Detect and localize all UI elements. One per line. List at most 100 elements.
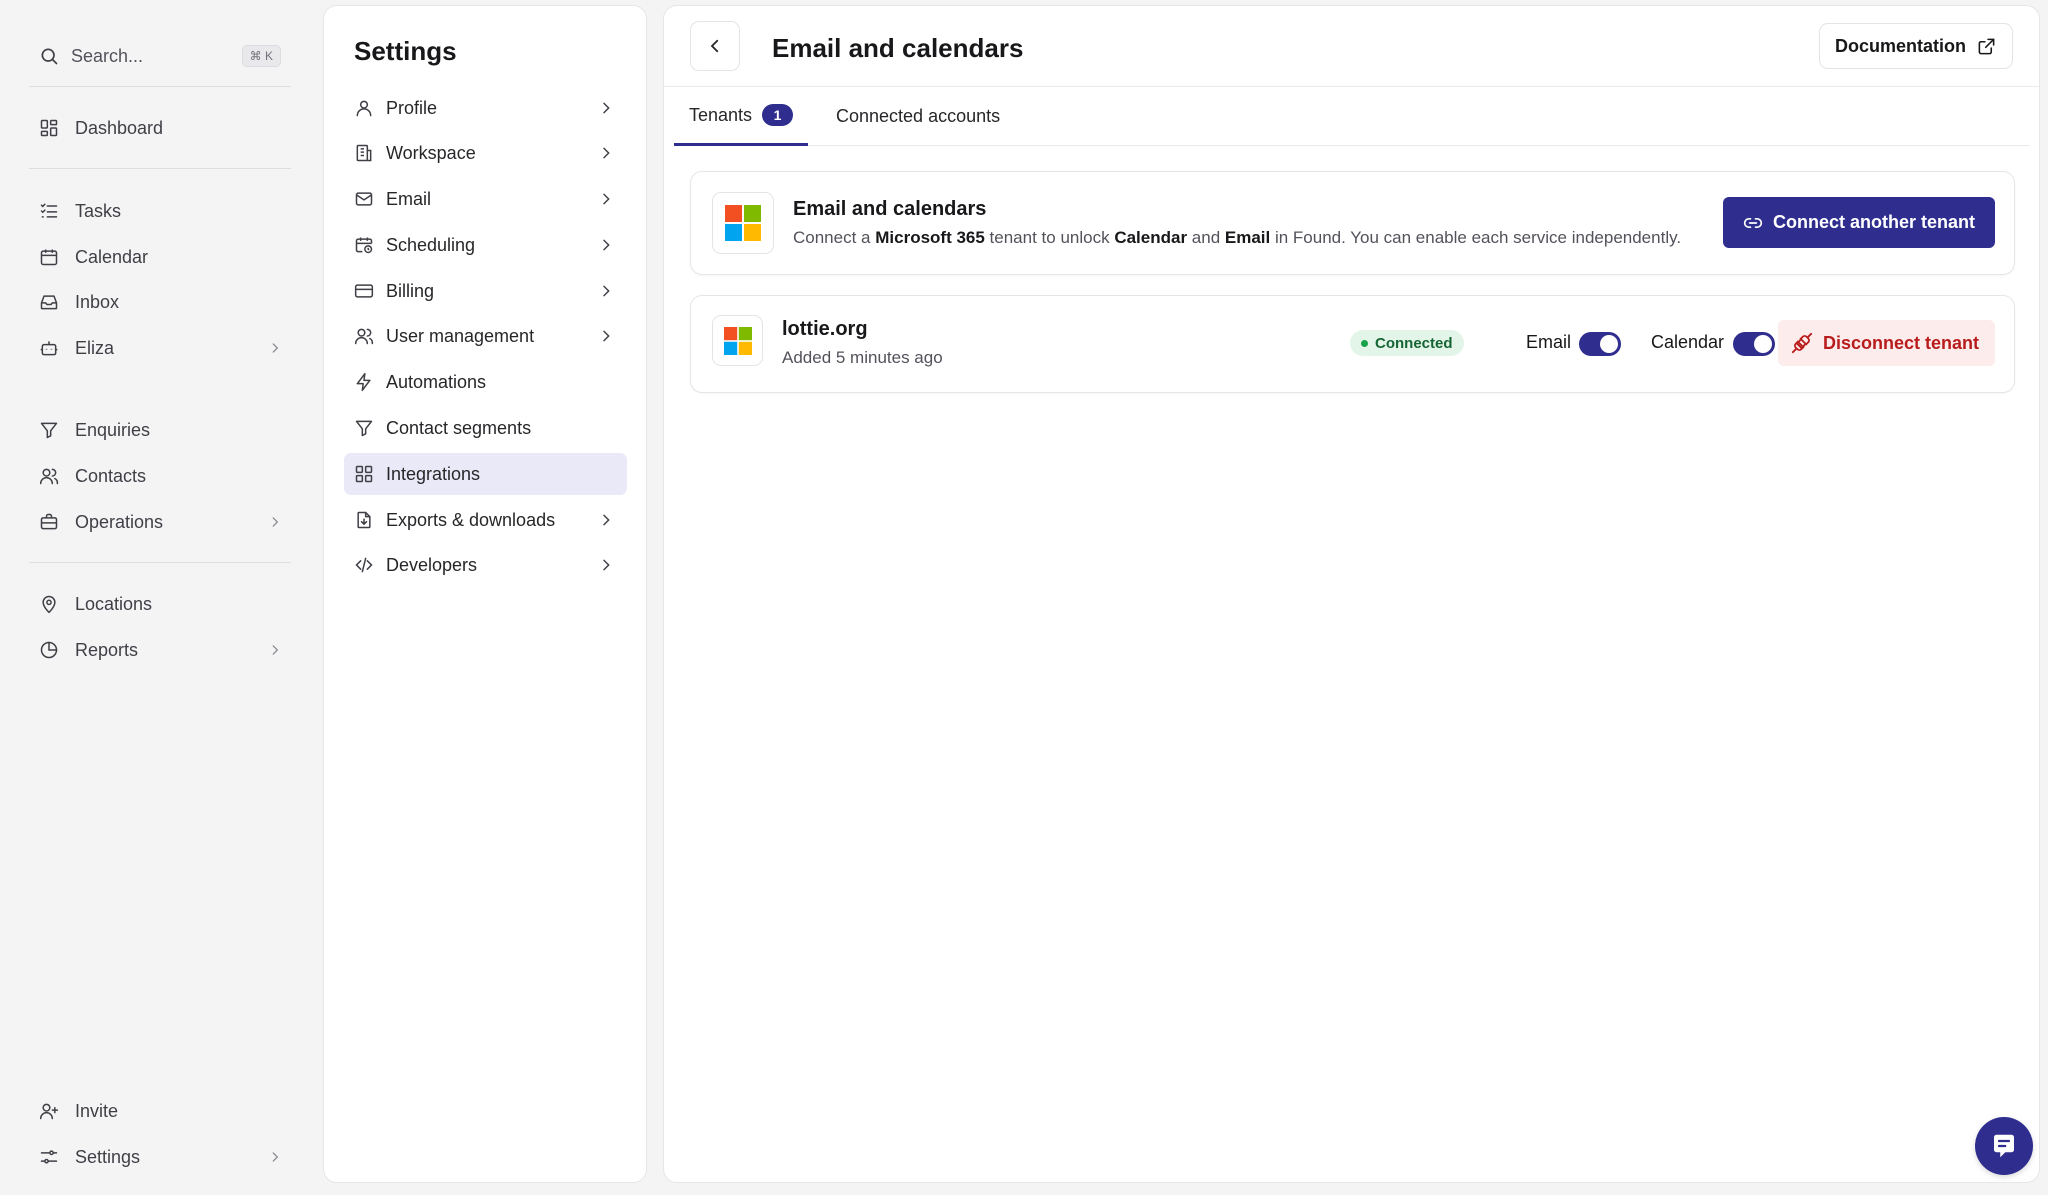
settings-item-label: Integrations bbox=[386, 463, 481, 484]
pie-chart-icon bbox=[37, 638, 61, 662]
settings-item-email[interactable]: Email bbox=[344, 178, 627, 220]
inbox-icon bbox=[37, 290, 61, 314]
sidebar-item-label: Calendar bbox=[75, 246, 149, 267]
grid-icon bbox=[353, 463, 375, 485]
sidebar-item-label: Inbox bbox=[75, 291, 120, 312]
settings-title: Settings bbox=[354, 36, 457, 66]
briefcase-icon bbox=[37, 510, 61, 534]
chevron-right-icon bbox=[597, 327, 615, 345]
filter-icon bbox=[353, 417, 375, 439]
search-button[interactable]: Search... ⌘ K bbox=[29, 38, 291, 74]
connect-another-tenant-button[interactable]: Connect another tenant bbox=[1722, 197, 1995, 248]
dashboard-icon bbox=[37, 116, 61, 140]
search-label: Search... bbox=[71, 45, 144, 66]
sidebar-item-eliza[interactable]: Eliza bbox=[29, 328, 291, 368]
settings-item-label: Workspace bbox=[386, 142, 476, 163]
chevron-left-icon bbox=[706, 37, 724, 55]
toggle-knob bbox=[1600, 335, 1618, 353]
status-label: Connected bbox=[1375, 334, 1453, 352]
user-plus-icon bbox=[37, 1099, 61, 1123]
settings-item-label: Developers bbox=[386, 554, 478, 575]
tab-tenants[interactable]: Tenants 1 bbox=[674, 87, 809, 146]
sidebar-item-calendar[interactable]: Calendar bbox=[29, 237, 291, 277]
chevron-right-icon bbox=[597, 99, 615, 117]
sidebar-item-locations[interactable]: Locations bbox=[29, 584, 291, 624]
tenant-added-time: Added 5 minutes ago bbox=[782, 348, 943, 367]
settings-item-billing[interactable]: Billing bbox=[344, 270, 627, 312]
email-toggle[interactable] bbox=[1579, 332, 1621, 356]
map-pin-icon bbox=[37, 592, 61, 616]
disconnect-label: Disconnect tenant bbox=[1822, 332, 1979, 353]
connect-label: Connect another tenant bbox=[1772, 212, 1975, 232]
back-button[interactable] bbox=[690, 21, 740, 71]
tab-label: Tenants bbox=[689, 104, 753, 125]
unplug-icon bbox=[1791, 332, 1813, 354]
intro-title: Email and calendars bbox=[793, 198, 987, 220]
calendar-toggle[interactable] bbox=[1733, 332, 1775, 356]
search-icon bbox=[37, 44, 61, 68]
external-link-icon bbox=[1976, 36, 1996, 56]
sidebar-item-label: Invite bbox=[75, 1100, 119, 1121]
sidebar-item-reports[interactable]: Reports bbox=[29, 630, 291, 670]
sidebar-item-contacts[interactable]: Contacts bbox=[29, 456, 291, 496]
sidebar-item-enquiries[interactable]: Enquiries bbox=[29, 410, 291, 450]
disconnect-tenant-button[interactable]: Disconnect tenant bbox=[1777, 320, 1995, 366]
settings-item-automations[interactable]: Automations bbox=[344, 361, 627, 403]
zap-icon bbox=[353, 371, 375, 393]
settings-item-label: User management bbox=[386, 325, 535, 346]
settings-item-integrations[interactable]: Integrations bbox=[344, 453, 627, 495]
credit-card-icon bbox=[353, 280, 375, 302]
documentation-label: Documentation bbox=[1834, 35, 1966, 56]
sidebar: Search... ⌘ K Dashboard Tasks Calendar I… bbox=[0, 0, 323, 1195]
sidebar-item-label: Reports bbox=[75, 639, 139, 660]
settings-item-workspace[interactable]: Workspace bbox=[344, 132, 627, 174]
sidebar-item-invite[interactable]: Invite bbox=[29, 1091, 291, 1131]
documentation-button[interactable]: Documentation bbox=[1818, 23, 2013, 69]
chevron-right-icon bbox=[267, 1149, 283, 1165]
settings-item-contact-segments[interactable]: Contact segments bbox=[344, 407, 627, 449]
search-shortcut: ⌘ K bbox=[241, 45, 281, 67]
link-icon bbox=[1743, 213, 1763, 233]
chevron-right-icon bbox=[597, 511, 615, 529]
chat-bubble-icon bbox=[1989, 1131, 2019, 1161]
settings-item-developers[interactable]: Developers bbox=[344, 544, 627, 586]
microsoft-logo-icon bbox=[712, 192, 774, 254]
main-panel: Email and calendars Documentation Tenant… bbox=[663, 5, 2040, 1183]
settings-item-user-management[interactable]: User management bbox=[344, 315, 627, 357]
tab-label: Connected accounts bbox=[836, 106, 1001, 126]
sidebar-item-label: Locations bbox=[75, 593, 153, 614]
settings-item-label: Exports & downloads bbox=[386, 509, 556, 530]
filter-icon bbox=[37, 418, 61, 442]
settings-item-label: Contact segments bbox=[386, 417, 532, 438]
bot-icon bbox=[37, 336, 61, 360]
sidebar-item-operations[interactable]: Operations bbox=[29, 502, 291, 542]
sidebar-item-label: Tasks bbox=[75, 200, 122, 221]
chat-support-button[interactable] bbox=[1975, 1117, 2033, 1175]
chevron-right-icon bbox=[267, 514, 283, 530]
chevron-right-icon bbox=[597, 190, 615, 208]
file-download-icon bbox=[353, 509, 375, 531]
tab-bar: Tenants 1 Connected accounts bbox=[674, 87, 2030, 146]
chevron-right-icon bbox=[597, 556, 615, 574]
settings-item-exports-downloads[interactable]: Exports & downloads bbox=[344, 499, 627, 541]
toggle-knob bbox=[1754, 335, 1772, 353]
sliders-icon bbox=[37, 1145, 61, 1169]
sidebar-item-dashboard[interactable]: Dashboard bbox=[29, 108, 291, 148]
page-title: Email and calendars bbox=[772, 33, 1024, 63]
sidebar-item-inbox[interactable]: Inbox bbox=[29, 282, 291, 322]
settings-item-scheduling[interactable]: Scheduling bbox=[344, 224, 627, 266]
calendar-icon bbox=[37, 245, 61, 269]
divider bbox=[29, 86, 291, 87]
tab-connected-accounts[interactable]: Connected accounts bbox=[821, 87, 1015, 146]
settings-item-label: Email bbox=[386, 188, 432, 209]
settings-item-label: Automations bbox=[386, 371, 487, 392]
settings-item-profile[interactable]: Profile bbox=[344, 87, 627, 129]
status-badge: Connected bbox=[1350, 330, 1464, 356]
sidebar-item-tasks[interactable]: Tasks bbox=[29, 191, 291, 231]
tenant-row: lottie.org Added 5 minutes ago Connected… bbox=[690, 295, 2015, 393]
settings-item-label: Profile bbox=[386, 97, 438, 118]
sidebar-item-settings[interactable]: Settings bbox=[29, 1137, 291, 1177]
settings-item-label: Scheduling bbox=[386, 234, 476, 255]
code-icon bbox=[353, 554, 375, 576]
chevron-right-icon bbox=[267, 340, 283, 356]
